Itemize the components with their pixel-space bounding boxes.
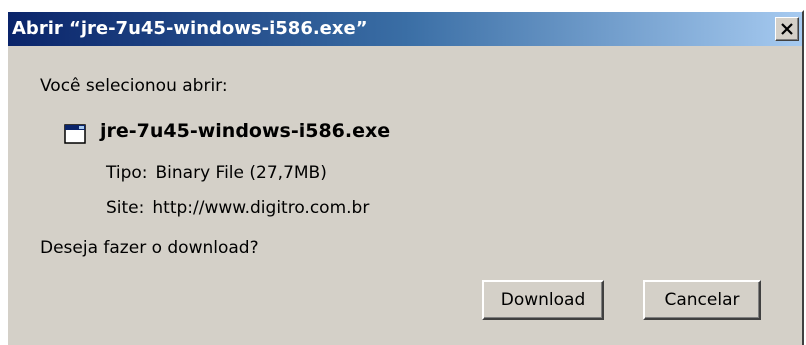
download-question: Deseja fazer o download? (40, 238, 259, 258)
window-title: Abrir “jre-7u45-windows-i586.exe” (12, 18, 368, 39)
file-type-value: Binary File (27,7MB) (155, 163, 327, 183)
application-window-icon (64, 124, 86, 144)
title-bar[interactable]: Abrir “jre-7u45-windows-i586.exe” (8, 12, 802, 46)
close-button[interactable] (775, 17, 799, 41)
file-site-value: http://www.digitro.com.br (152, 198, 370, 218)
file-site-row: Site: http://www.digitro.com.br (106, 198, 369, 218)
file-type-row: Tipo: Binary File (27,7MB) (106, 163, 327, 183)
file-type-label: Tipo: (106, 163, 148, 183)
cancel-button[interactable]: Cancelar (643, 280, 761, 320)
file-name: jre-7u45-windows-i586.exe (100, 120, 391, 142)
open-prompt-label: Você selecionou abrir: (40, 76, 228, 96)
file-site-label: Site: (106, 198, 145, 218)
close-icon (781, 23, 793, 35)
download-dialog: Abrir “jre-7u45-windows-i586.exe” Você s… (6, 10, 804, 345)
download-button[interactable]: Download (482, 280, 604, 320)
